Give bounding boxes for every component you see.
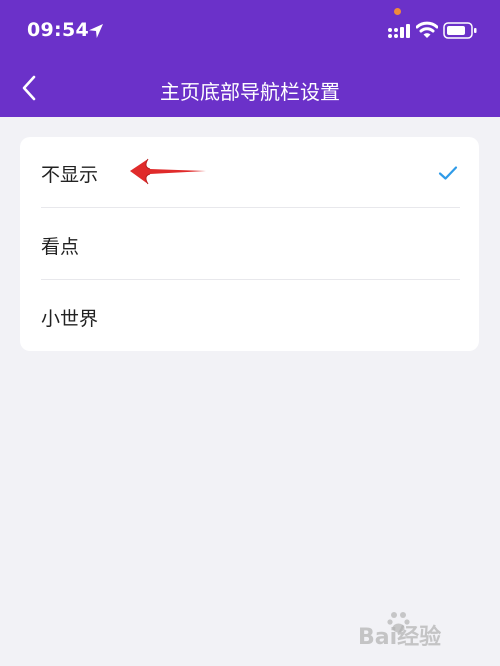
- location-icon: [89, 24, 103, 38]
- watermark: Bai经验: [358, 605, 488, 655]
- options-list: 不显示 看点 小世界: [20, 137, 479, 351]
- red-arrow-annotation: [130, 158, 206, 185]
- nav-bar: 主页底部导航栏设置: [0, 62, 500, 117]
- wifi-icon: [416, 21, 438, 38]
- paw-icon: [387, 612, 410, 633]
- divider: [41, 279, 460, 280]
- checkmark-icon: [438, 166, 458, 180]
- recording-indicator: [394, 8, 401, 15]
- option-label: 小世界: [41, 308, 99, 330]
- option-label: 不显示: [41, 164, 99, 186]
- header: 09:54 主页底部导航栏设置: [0, 0, 500, 117]
- divider: [41, 207, 460, 208]
- battery-icon: [443, 22, 477, 39]
- signal-icon: [388, 24, 410, 38]
- option-kandian[interactable]: 看点: [20, 209, 479, 280]
- status-bar: 09:54: [0, 0, 500, 62]
- option-hidden[interactable]: 不显示: [20, 137, 479, 208]
- status-time: 09:54: [27, 19, 89, 41]
- option-label: 看点: [41, 236, 80, 258]
- page-title: 主页底部导航栏设置: [160, 80, 340, 104]
- option-small-world[interactable]: 小世界: [20, 281, 479, 351]
